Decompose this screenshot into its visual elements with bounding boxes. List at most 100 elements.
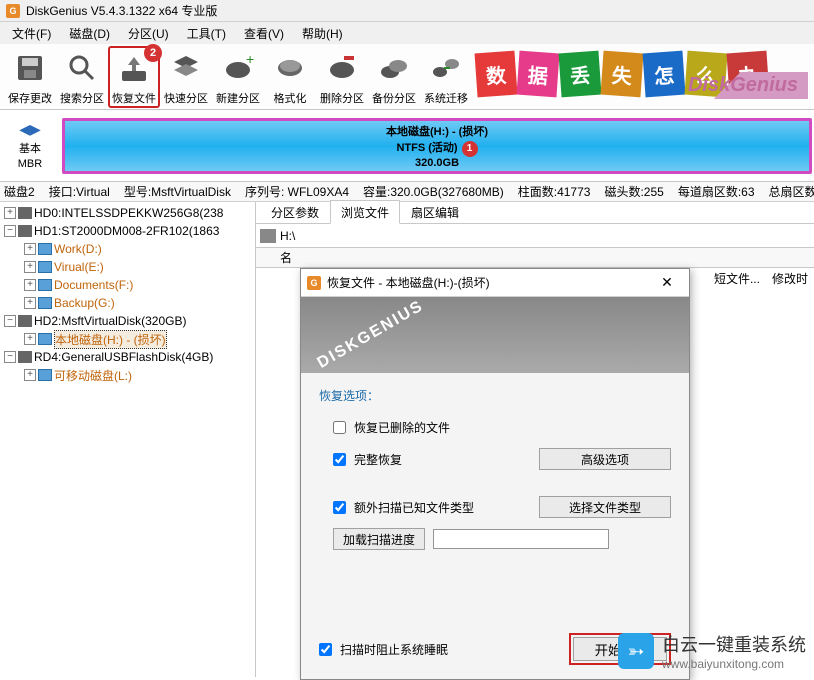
opt-extra-scan[interactable]: 额外扫描已知文件类型 选择文件类型 [333,494,671,520]
banner-tile: 丢 [559,51,602,98]
disk-heads: 磁头数:255 [604,183,663,200]
checkbox-deleted[interactable] [333,421,346,434]
tree-hd2[interactable]: −HD2:MsftVirtualDisk(320GB) [0,312,255,330]
floppy-icon [12,50,48,86]
disk-plus-icon: + [220,50,256,86]
tree-backup-g[interactable]: +Backup(G:) [0,294,255,312]
expander-icon[interactable]: − [4,351,16,363]
tree-rd4[interactable]: −RD4:GeneralUSBFlashDisk(4GB) [0,348,255,366]
close-button[interactable]: ✕ [651,273,683,293]
tab-sector[interactable]: 扇区编辑 [400,200,470,223]
breadcrumb-path: H:\ [280,229,295,243]
disk-panel: ◀▶ 基本 MBR 本地磁盘(H:) - (损坏) NTFS (活动)1 320… [0,110,814,182]
disk-total-sectors: 总扇区数:6710 [769,183,814,200]
tree-local-h[interactable]: +本地磁盘(H:) - (损坏) [0,330,255,348]
expander-icon[interactable]: + [24,243,36,255]
search-partition-button[interactable]: 搜索分区 [56,46,108,108]
tree-hd0[interactable]: +HD0:INTELSSDPEKKW256G8(238 [0,204,255,222]
menu-disk[interactable]: 磁盘(D) [61,23,118,44]
banner-tile: 失 [601,51,644,98]
expander-icon[interactable]: + [4,207,16,219]
col-shortname[interactable]: 短文件... [714,270,760,287]
tree-hd1[interactable]: −HD1:ST2000DM008-2FR102(1863 [0,222,255,240]
dialog-titlebar[interactable]: G 恢复文件 - 本地磁盘(H:)-(损坏) ✕ [301,269,689,297]
disk-sectors-per-track: 每道扇区数:63 [678,183,755,200]
expander-icon[interactable]: − [4,315,16,327]
drive-icon [260,229,276,243]
column-headers: 名 [256,248,814,268]
watermark-main: 白云一键重装系统 [662,631,806,657]
banner-tile: 数 [475,51,518,98]
save-button[interactable]: 保存更改 [4,46,56,108]
expander-icon[interactable]: + [24,297,36,309]
delete-partition-button[interactable]: 删除分区 [316,46,368,108]
nav-arrows-icon[interactable]: ◀▶ [19,121,41,138]
menu-help[interactable]: 帮助(H) [294,23,351,44]
menu-view[interactable]: 查看(V) [236,23,292,44]
recover-dialog: G 恢复文件 - 本地磁盘(H:)-(损坏) ✕ DISKGENIUS 恢复选项… [300,268,690,680]
partition-icon [38,333,52,345]
expander-icon[interactable]: + [24,261,36,273]
menu-tools[interactable]: 工具(T) [179,23,234,44]
partition-bar[interactable]: 本地磁盘(H:) - (损坏) NTFS (活动)1 320.0GB [62,118,812,174]
checkbox-full[interactable] [333,453,346,466]
breadcrumb[interactable]: H:\ [256,224,814,248]
format-button[interactable]: 格式化 [264,46,316,108]
app-icon: G [6,4,20,18]
main-area: +HD0:INTELSSDPEKKW256G8(238 −HD1:ST2000D… [0,202,814,677]
partition-icon [38,243,52,255]
disk-model: 型号:MsftVirtualDisk [124,183,231,200]
svg-text:+: + [246,52,254,67]
hdd-icon [18,207,32,219]
recovery-options-label: 恢复选项： [319,387,671,404]
format-icon [272,50,308,86]
col-name[interactable]: 名 [280,249,292,266]
disk-serial: 序列号: WFL09XA4 [245,183,349,200]
disk-info-strip: 磁盘2 接口:Virtual 型号:MsftVirtualDisk 序列号: W… [0,182,814,202]
opt-prevent-sleep[interactable]: 扫描时阻止系统睡眠 [319,636,448,662]
expander-icon[interactable]: + [24,279,36,291]
expander-icon[interactable]: − [4,225,16,237]
disk-tree[interactable]: +HD0:INTELSSDPEKKW256G8(238 −HD1:ST2000D… [0,202,256,677]
tree-documents-f[interactable]: +Documents(F:) [0,276,255,294]
site-watermark: ➳ 白云一键重装系统 www.baiyunxitong.com [618,631,806,671]
watermark-logo-icon: ➳ [618,633,654,669]
partition-icon [38,279,52,291]
load-progress-button[interactable]: 加载扫描进度 [333,528,425,550]
partition-icon [38,261,52,273]
checkbox-extra[interactable] [333,501,346,514]
opt-recover-deleted[interactable]: 恢复已删除的文件 [333,414,671,440]
app-icon: G [307,276,321,290]
progress-path-input[interactable] [433,529,609,549]
backup-partition-button[interactable]: 备份分区 [368,46,420,108]
disk-basic-info: ◀▶ 基本 MBR [0,110,60,181]
tab-params[interactable]: 分区参数 [260,200,330,223]
backup-icon [376,50,412,86]
tree-virual-e[interactable]: +Virual(E:) [0,258,255,276]
select-filetype-button[interactable]: 选择文件类型 [539,496,671,518]
recover-badge: 2 [144,44,162,62]
hdd-icon [18,351,32,363]
quick-partition-button[interactable]: 快速分区 [160,46,212,108]
system-migration-button[interactable]: 系统迁移 [420,46,472,108]
advanced-options-button[interactable]: 高级选项 [539,448,671,470]
expander-icon[interactable]: + [24,333,36,345]
disk-capacity: 容量:320.0GB(327680MB) [363,183,504,200]
menu-file[interactable]: 文件(F) [4,23,59,44]
tab-browse[interactable]: 浏览文件 [330,200,400,224]
disk-type-label: 基本 [19,140,41,156]
opt-full-recovery[interactable]: 完整恢复 高级选项 [333,446,671,472]
tree-work-d[interactable]: +Work(D:) [0,240,255,258]
disk-id: 磁盘2 [4,183,35,200]
banner-tile: 据 [517,51,560,98]
col-modifytime[interactable]: 修改时 [772,270,808,287]
recover-file-button[interactable]: 2 恢复文件 [108,46,160,108]
disk-cylinders: 柱面数:41773 [518,183,591,200]
new-partition-button[interactable]: + 新建分区 [212,46,264,108]
file-list-area[interactable]: 短文件... 修改时 G 恢复文件 - 本地磁盘(H:)-(损坏) ✕ DISK… [256,268,814,677]
menu-partition[interactable]: 分区(U) [120,23,177,44]
tree-removable-l[interactable]: +可移动磁盘(L:) [0,366,255,384]
expander-icon[interactable]: + [24,369,36,381]
hdd-icon [18,315,32,327]
checkbox-nosleep[interactable] [319,643,332,656]
